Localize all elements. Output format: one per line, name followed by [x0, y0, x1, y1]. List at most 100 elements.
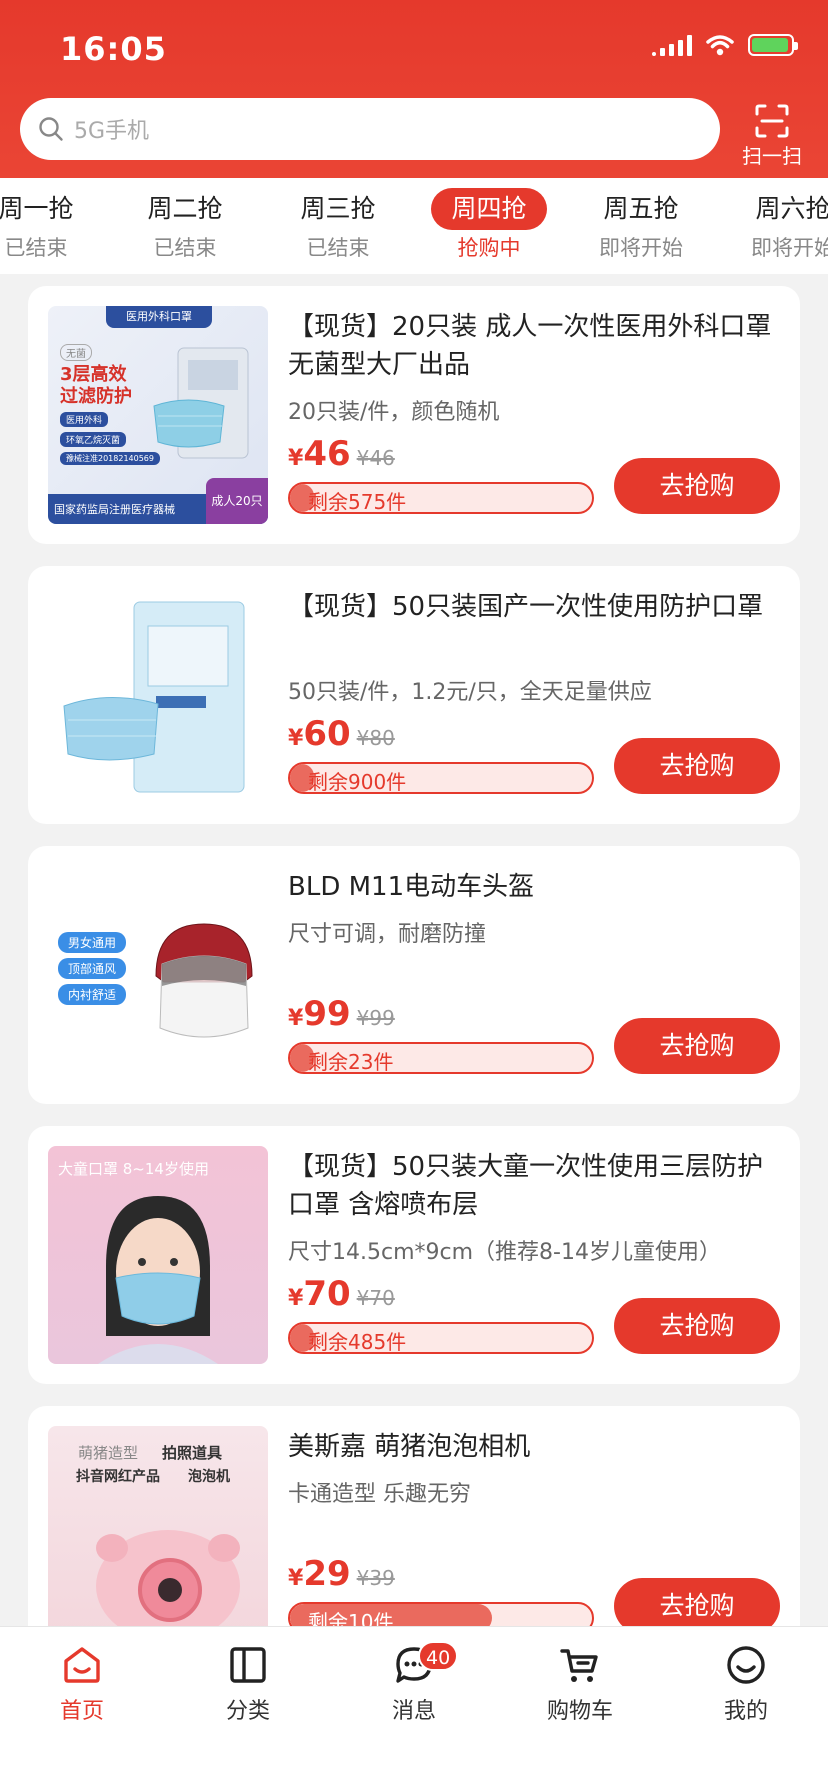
image-text: 男女通用	[58, 932, 127, 953]
profile-icon	[727, 1646, 765, 1684]
product-price: ¥46 ¥46	[288, 434, 395, 474]
status-icons	[652, 34, 798, 56]
image-text: 国家药监局注册医疗器械	[54, 503, 175, 516]
nav-label: 首页	[59, 1699, 104, 1724]
stock-bar: 剩余10件	[288, 1602, 594, 1626]
product-image: 医用外科口罩 无菌 3层高效 过滤防护 医用外科 环氧乙烷灭菌 豫械注准20182…	[48, 306, 268, 524]
child-mask-illustration	[98, 1196, 218, 1364]
nav-label: 分类	[225, 1699, 270, 1724]
signal-icon	[652, 34, 692, 56]
product-price: ¥60 ¥80	[288, 714, 395, 754]
image-text: 顶部通风	[58, 958, 127, 979]
search-placeholder: 5G手机	[74, 119, 150, 144]
image-text: 泡泡机	[188, 1469, 230, 1485]
tab-day: 周一抢	[0, 194, 74, 223]
tab-state: 即将开始	[599, 236, 683, 260]
image-text: 医用外科	[60, 412, 109, 427]
buy-button[interactable]: 去抢购	[614, 738, 780, 794]
product-price: ¥99 ¥99	[288, 994, 395, 1034]
stock-text: 剩余23件	[308, 1050, 394, 1074]
bottom-nav: 首页 分类 消息 40 购物车 我的	[0, 1626, 828, 1792]
product-card[interactable]: 【现货】50只装国产一次性使用防护口罩 50只装/件，1.2元/只，全天足量供应…	[28, 566, 800, 824]
tab-state: 已结束	[153, 236, 217, 260]
header: 16:05 5G手机 扫一扫	[0, 0, 828, 178]
product-title: BLD M11电动车头盔	[288, 872, 535, 902]
nav-label: 消息	[391, 1699, 436, 1724]
category-icon	[230, 1647, 266, 1683]
nav-home[interactable]: 首页	[12, 1637, 152, 1725]
product-image: 男女通用 顶部通风 内衬舒适	[48, 866, 268, 1084]
stock-bar: 剩余575件	[288, 482, 594, 514]
product-card[interactable]: 大童口罩 8~14岁使用 【现货】50只装大童一次性使用三层防护口罩 含熔喷布层…	[28, 1126, 800, 1384]
search-icon	[39, 117, 63, 141]
image-text: 拍照道具	[162, 1444, 223, 1462]
buy-button[interactable]: 去抢购	[614, 1578, 780, 1626]
nav-label: 我的	[723, 1699, 768, 1724]
tab-day: 周四抢	[431, 188, 547, 230]
tab-state: 已结束	[4, 236, 68, 260]
stock-text: 剩余900件	[308, 770, 407, 794]
product-image	[48, 586, 268, 804]
tab-tuesday[interactable]: 周二抢 已结束	[109, 178, 261, 274]
mask-bundle-illustration	[63, 601, 245, 793]
nav-profile[interactable]: 我的	[676, 1637, 816, 1725]
product-desc: 尺寸14.5cm*9cm（推荐8-14岁儿童使用）	[288, 1240, 721, 1265]
scan-button[interactable]: 扫一扫	[736, 104, 808, 169]
wifi-icon	[706, 35, 734, 56]
home-icon	[64, 1647, 100, 1683]
image-text: 豫械注准20182140569	[60, 452, 160, 465]
helmet-illustration	[155, 923, 253, 1038]
image-text: 环氧乙烷灭菌	[60, 432, 127, 447]
tab-day: 周三抢	[300, 194, 376, 223]
product-title: 【现货】50只装大童一次性使用三层防护口罩 含熔喷布层	[288, 1152, 764, 1220]
tab-day: 周二抢	[147, 194, 223, 223]
product-price: ¥29 ¥39	[288, 1554, 395, 1594]
image-text: 医用外科口罩	[106, 306, 212, 328]
tab-day: 周六抢	[755, 194, 828, 223]
buy-button[interactable]: 去抢购	[614, 458, 780, 514]
product-title: 美斯嘉 萌猪泡泡相机	[288, 1432, 531, 1462]
image-text: 抖音网红产品	[76, 1469, 160, 1485]
nav-messages[interactable]: 消息 40	[344, 1637, 484, 1725]
product-card[interactable]: 萌猪造型 拍照道具 抖音网红产品 泡泡机 美斯嘉 萌猪泡泡相机 卡通造型 乐趣无…	[28, 1406, 800, 1626]
buy-button[interactable]: 去抢购	[614, 1018, 780, 1074]
tab-thursday[interactable]: 周四抢 抢购中	[413, 178, 565, 274]
product-title: 【现货】20只装 成人一次性医用外科口罩 无菌型大厂出品	[288, 312, 772, 380]
search-bar[interactable]: 5G手机	[20, 98, 720, 160]
tab-state: 抢购中	[457, 236, 521, 260]
pig-camera-illustration	[96, 1530, 240, 1626]
product-card[interactable]: 医用外科口罩 无菌 3层高效 过滤防护 医用外科 环氧乙烷灭菌 豫械注准20182…	[28, 286, 800, 544]
status-time: 16:05	[60, 30, 167, 68]
stock-bar: 剩余23件	[288, 1042, 594, 1074]
tab-state: 已结束	[306, 236, 370, 260]
product-desc: 卡通造型 乐趣无穷	[288, 1482, 471, 1507]
cart-icon	[560, 1649, 598, 1682]
scan-icon	[755, 104, 789, 138]
image-text: 萌猪造型	[78, 1444, 139, 1462]
product-list: 医用外科口罩 无菌 3层高效 过滤防护 医用外科 环氧乙烷灭菌 豫械注准20182…	[0, 274, 828, 1626]
nav-cart[interactable]: 购物车	[510, 1637, 650, 1725]
stock-bar: 剩余485件	[288, 1322, 594, 1354]
battery-icon	[748, 34, 798, 56]
product-image: 大童口罩 8~14岁使用	[48, 1146, 268, 1364]
product-title: 【现货】50只装国产一次性使用防护口罩	[288, 592, 764, 622]
stock-text: 剩余485件	[308, 1330, 407, 1354]
product-desc: 50只装/件，1.2元/只，全天足量供应	[288, 680, 652, 705]
image-text: 成人20只装	[206, 478, 268, 524]
image-text: 大童口罩 8~14岁使用	[58, 1160, 209, 1178]
tab-state: 即将开始	[751, 236, 828, 260]
product-desc: 20只装/件，颜色随机	[288, 400, 500, 425]
tab-saturday[interactable]: 周六抢 即将开始	[717, 178, 828, 274]
image-text: 无菌	[60, 344, 92, 361]
nav-category[interactable]: 分类	[178, 1637, 318, 1725]
product-image: 萌猪造型 拍照道具 抖音网红产品 泡泡机	[48, 1426, 268, 1626]
message-badge: 40	[418, 1641, 459, 1671]
nav-label: 购物车	[546, 1699, 613, 1724]
tab-friday[interactable]: 周五抢 即将开始	[565, 178, 717, 274]
scan-label: 扫一扫	[742, 144, 802, 168]
buy-button[interactable]: 去抢购	[614, 1298, 780, 1354]
product-card[interactable]: 男女通用 顶部通风 内衬舒适 BLD M11电动车头盔 尺寸可调，耐磨防撞 ¥9…	[28, 846, 800, 1104]
tab-wednesday[interactable]: 周三抢 已结束	[262, 178, 414, 274]
tab-monday[interactable]: 周一抢 已结束	[0, 178, 112, 274]
stock-text: 剩余10件	[308, 1610, 394, 1626]
